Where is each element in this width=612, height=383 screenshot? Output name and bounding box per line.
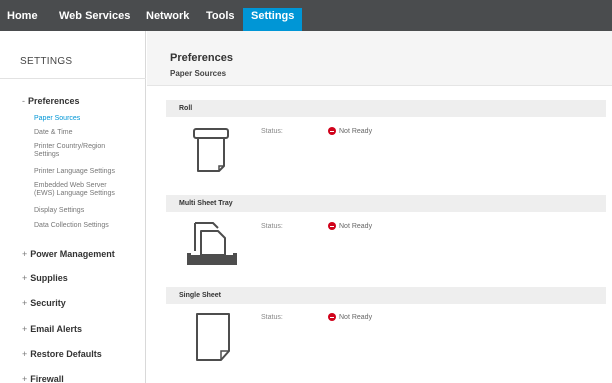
page-subtitle: Paper Sources — [170, 69, 227, 78]
sidebar-section-supplies[interactable]: + Supplies — [22, 273, 68, 283]
expand-icon: + — [22, 273, 28, 283]
sidebar-section-email-alerts[interactable]: + Email Alerts — [22, 324, 82, 334]
sidebar-section-label: Firewall — [30, 374, 64, 383]
source-name: Roll — [179, 105, 193, 112]
sidebar-section-security[interactable]: + Security — [22, 298, 66, 308]
source-name: Single Sheet — [179, 292, 222, 299]
error-status-icon — [328, 313, 336, 321]
status-label: Status: — [261, 223, 283, 230]
collapse-icon: - — [22, 96, 25, 106]
top-nav-bar: Home Web Services Network Tools Settings — [0, 0, 612, 31]
source-name: Multi Sheet Tray — [179, 200, 233, 207]
sidebar-item-ews-language[interactable]: Embedded Web Server — [34, 182, 107, 190]
sidebar-item-ews-language-cont[interactable]: (EWS) Language Settings — [34, 190, 115, 198]
sidebar-section-label: Email Alerts — [30, 324, 82, 334]
sidebar-section-label: Preferences — [28, 96, 80, 106]
error-status-icon — [328, 222, 336, 230]
status-label: Status: — [261, 128, 283, 135]
status-value: Not Ready — [339, 223, 373, 230]
sidebar-section-restore-defaults[interactable]: + Restore Defaults — [22, 349, 102, 359]
sidebar-item-printer-country[interactable]: Printer Country/Region — [34, 143, 105, 151]
status-value: Not Ready — [339, 314, 373, 321]
expand-icon: + — [22, 298, 28, 308]
status-label: Status: — [261, 314, 283, 321]
sidebar-item-paper-sources[interactable]: Paper Sources — [34, 115, 80, 123]
sidebar-item-date-time[interactable]: Date & Time — [34, 129, 73, 137]
sidebar-divider — [0, 78, 146, 79]
page-header: Preferences Paper Sources — [147, 31, 612, 86]
source-header-single-sheet: Single Sheet — [166, 287, 606, 304]
sidebar-item-printer-country-cont[interactable]: Settings — [34, 151, 59, 159]
tab-home[interactable]: Home — [7, 8, 38, 31]
sidebar-section-label: Supplies — [30, 273, 68, 283]
expand-icon: + — [22, 374, 28, 383]
expand-icon: + — [22, 249, 28, 259]
sidebar-section-label: Restore Defaults — [30, 349, 102, 359]
tab-tools[interactable]: Tools — [206, 8, 235, 31]
settings-sidebar: SETTINGS - Preferences Paper Sources Date… — [0, 31, 146, 383]
sidebar-item-printer-language[interactable]: Printer Language Settings — [34, 168, 115, 176]
page-title: Preferences — [170, 52, 233, 64]
tab-web-services[interactable]: Web Services — [59, 8, 130, 31]
sidebar-item-data-collection[interactable]: Data Collection Settings — [34, 222, 109, 230]
error-status-icon — [328, 127, 336, 135]
expand-icon: + — [22, 349, 28, 359]
source-header-roll: Roll — [166, 100, 606, 117]
single-sheet-icon — [196, 313, 230, 361]
sidebar-section-label: Power Management — [30, 249, 115, 259]
status-value: Not Ready — [339, 128, 373, 135]
expand-icon: + — [22, 324, 28, 334]
sidebar-title: SETTINGS — [20, 56, 73, 67]
main-content: Preferences Paper Sources Roll Status: N… — [147, 31, 612, 383]
sidebar-section-preferences[interactable]: - Preferences — [22, 96, 80, 106]
tab-settings[interactable]: Settings — [243, 8, 303, 31]
source-header-multi-sheet-tray: Multi Sheet Tray — [166, 195, 606, 212]
roll-paper-icon — [193, 128, 229, 172]
sidebar-section-label: Security — [30, 298, 66, 308]
sidebar-section-power-management[interactable]: + Power Management — [22, 249, 115, 259]
sidebar-item-display-settings[interactable]: Display Settings — [34, 207, 84, 215]
sidebar-section-firewall[interactable]: + Firewall — [22, 374, 64, 383]
multi-sheet-tray-icon — [187, 222, 237, 265]
tab-network[interactable]: Network — [146, 8, 189, 31]
